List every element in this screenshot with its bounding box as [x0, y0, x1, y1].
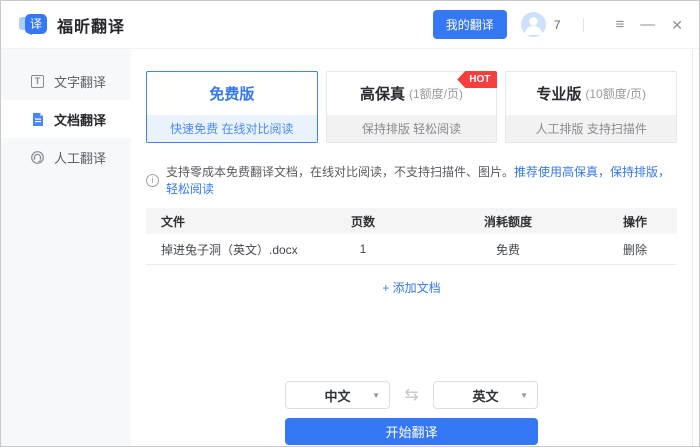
table-header-row: 文件 页数 消耗额度 操作 [146, 208, 677, 234]
plan-price-note: (1额度/页) [409, 85, 463, 102]
sidebar: T 文字翻译 文档翻译 [1, 49, 131, 446]
user-avatar[interactable] [521, 12, 546, 37]
swap-languages-icon[interactable]: ⇆ [390, 385, 433, 405]
language-row: 中文 ▼ ⇆ 英文 ▼ [285, 381, 538, 409]
sidebar-item-label: 文档翻译 [54, 110, 106, 129]
start-translate-button[interactable]: 开始翻译 [285, 418, 538, 445]
sidebar-item-label: 人工翻译 [54, 148, 106, 167]
sidebar-item-manual-translate[interactable]: 人工翻译 [1, 138, 131, 176]
app-logo-icon: 译 [19, 13, 47, 37]
target-language-value: 英文 [472, 386, 498, 405]
app-title: 福昕翻译 [57, 13, 125, 37]
minimize-icon[interactable]: — [640, 17, 655, 32]
col-header-pages: 页数 [303, 213, 423, 230]
header: 译 福昕翻译 我的翻译 7 ≡ — ✕ [1, 1, 699, 49]
translate-controls: 中文 ▼ ⇆ 英文 ▼ 开始翻译 [285, 381, 538, 445]
plan-subtitle: 保持排版 轻松阅读 [327, 115, 497, 142]
plan-subtitle: 快速免费 在线对比阅读 [147, 115, 317, 142]
delete-link[interactable]: 删除 [623, 243, 647, 257]
plan-title: 免费版 [209, 83, 254, 104]
document-table: 文件 页数 消耗额度 操作 掉进兔子洞（英文）.docx 1 免费 删除 [146, 208, 677, 265]
sidebar-item-text-translate[interactable]: T 文字翻译 [1, 62, 131, 100]
plan-card-high-fidelity[interactable]: HOT 高保真 (1额度/页) 保持排版 轻松阅读 [326, 71, 498, 143]
plan-price-note: (10额度/页) [585, 85, 646, 102]
source-language-select[interactable]: 中文 ▼ [285, 381, 390, 409]
logo-bubble-icon: 译 [25, 14, 47, 34]
hot-badge: HOT [457, 71, 497, 88]
credit-count: 7 [554, 18, 561, 32]
header-right: 我的翻译 7 ≡ — ✕ [433, 10, 683, 39]
person-icon [521, 12, 546, 37]
chevron-down-icon: ▼ [372, 391, 380, 400]
plan-card-free[interactable]: 免费版 快速免费 在线对比阅读 [146, 71, 318, 143]
source-language-value: 中文 [324, 386, 350, 405]
file-cost: 免费 [423, 241, 593, 258]
col-header-cost: 消耗额度 [423, 213, 593, 230]
text-translate-icon: T [30, 74, 45, 89]
file-pages: 1 [303, 242, 423, 256]
menu-icon[interactable]: ≡ [616, 17, 625, 32]
chevron-down-icon: ▼ [520, 391, 528, 400]
sidebar-item-document-translate[interactable]: 文档翻译 [1, 100, 131, 138]
plan-subtitle: 人工排版 支持扫描件 [506, 115, 676, 142]
plan-title: 高保真 [360, 83, 405, 104]
scrollbar-track[interactable] [692, 49, 699, 446]
main-content: 免费版 快速免费 在线对比阅读 HOT 高保真 (1额度/页) 保持排版 轻松阅… [131, 49, 692, 446]
file-name: 掉进兔子洞（英文）.docx [146, 241, 303, 258]
document-translate-icon [30, 112, 45, 127]
body: T 文字翻译 文档翻译 [1, 49, 699, 446]
info-icon: i [146, 174, 159, 187]
close-icon[interactable]: ✕ [671, 18, 683, 32]
target-language-select[interactable]: 英文 ▼ [433, 381, 538, 409]
app-window: 译 福昕翻译 我的翻译 7 ≡ — ✕ T 文字翻译 [0, 0, 700, 447]
my-translations-button[interactable]: 我的翻译 [433, 10, 507, 39]
plan-title: 专业版 [536, 83, 581, 104]
plan-card-professional[interactable]: 专业版 (10额度/页) 人工排版 支持扫描件 [505, 71, 677, 143]
notice-text: 支持零成本免费翻译文档，在线对比阅读，不支持扫描件、图片。推荐使用高保真，保持排… [166, 163, 677, 197]
notice-bar: i 支持零成本免费翻译文档，在线对比阅读，不支持扫描件、图片。推荐使用高保真，保… [146, 163, 677, 197]
sidebar-item-label: 文字翻译 [54, 72, 106, 91]
plan-cards: 免费版 快速免费 在线对比阅读 HOT 高保真 (1额度/页) 保持排版 轻松阅… [146, 71, 677, 143]
manual-translate-icon [30, 150, 45, 165]
table-row: 掉进兔子洞（英文）.docx 1 免费 删除 [146, 234, 677, 265]
header-divider [583, 18, 584, 32]
col-header-file: 文件 [146, 213, 303, 230]
col-header-action: 操作 [593, 213, 677, 230]
add-document-link[interactable]: + 添加文档 [146, 279, 677, 296]
